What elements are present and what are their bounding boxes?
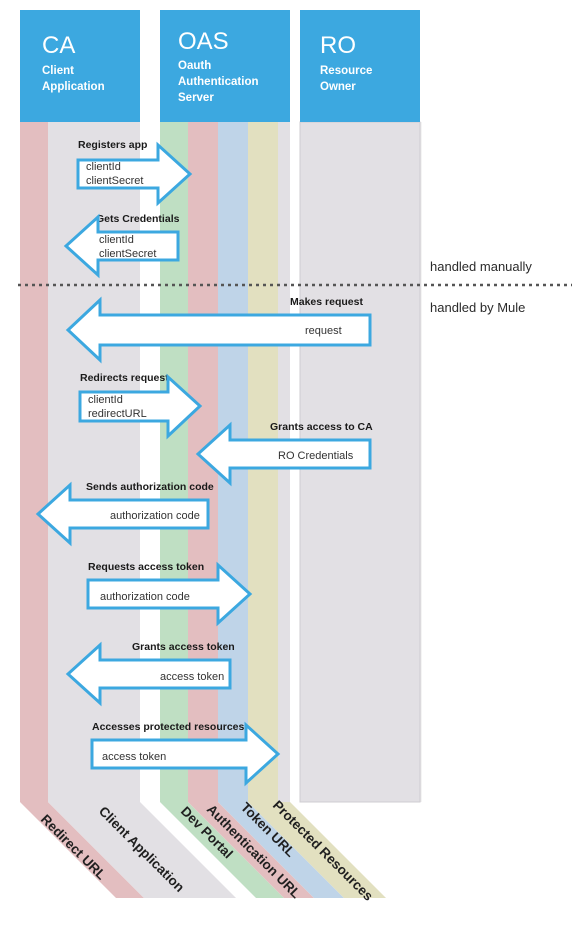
actor-desc-oas-line2: Authentication [178,76,259,88]
message-body-registers-app-line1: clientId [86,161,121,173]
message-body-redirects-request-line1: clientId [88,394,123,406]
message-body-makes-request-line1: request [305,325,342,337]
actor-desc-ca-line2: Application [42,81,105,93]
message-body-accesses-protected-resources-line1: access token [102,751,166,763]
actor-code-ca: CA [42,32,75,59]
message-title-registers-app: Registers app [78,139,147,151]
actor-code-oas: OAS [178,28,229,55]
divider-label-above: handled manually [430,259,532,274]
message-title-makes-request: Makes request [290,296,363,308]
message-title-accesses-protected-resources: Accesses protected resources [92,721,244,733]
actor-desc-ro-line1: Resource [320,65,372,77]
actor-desc-ca-line1: Client [42,65,74,77]
actor-code-ro: RO [320,32,356,59]
message-body-gets-credentials-line2: clientSecret [99,248,156,260]
message-body-grants-access-token-line1: access token [160,671,224,683]
message-title-grants-access-token: Grants access token [132,641,235,653]
actor-desc-ro-line2: Owner [320,81,356,93]
actor-desc-oas-line1: Oauth [178,60,211,72]
sequence-diagram: Redirect URL Client Application Dev Port… [0,0,576,928]
diagram-canvas: Redirect URL Client Application Dev Port… [18,10,572,904]
actor-box-ca[interactable] [20,10,140,122]
message-title-grants-access-to-ca: Grants access to CA [270,421,373,433]
actor-headers: CA Client Application OAS Oauth Authenti… [20,10,420,122]
message-body-sends-authorization-code-line1: authorization code [110,510,200,522]
actor-desc-oas-line3: Server [178,92,214,104]
message-body-gets-credentials-line1: clientId [99,234,134,246]
message-title-sends-authorization-code: Sends authorization code [86,481,214,493]
lane-band-redirect-url [20,122,48,802]
message-body-registers-app-line2: clientSecret [86,175,143,187]
message-title-requests-access-token: Requests access token [88,561,204,573]
message-title-redirects-request: Redirects request [80,372,169,384]
divider-label-below: handled by Mule [430,300,525,315]
message-body-grants-access-to-ca-line1: RO Credentials [278,450,354,462]
message-body-redirects-request-line2: redirectURL [88,408,147,420]
message-body-requests-access-token-line1: authorization code [100,591,190,603]
message-title-gets-credentials: Gets Credentials [96,213,180,225]
